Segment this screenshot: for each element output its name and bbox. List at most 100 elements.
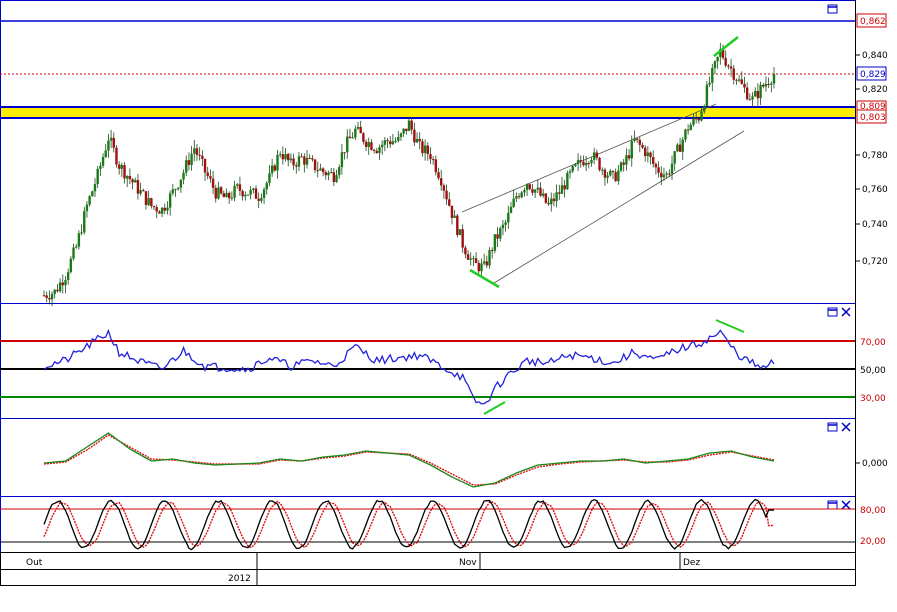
candle-body xyxy=(456,215,459,236)
candle-body xyxy=(85,204,89,212)
candle-body xyxy=(233,185,236,198)
candle-body xyxy=(482,261,486,264)
divergence-marker-rsi-bottom xyxy=(483,401,506,415)
candle-body xyxy=(383,140,387,145)
candle-body xyxy=(531,189,534,193)
price-panel-maximize-icon[interactable] xyxy=(827,4,838,14)
candle-body xyxy=(303,156,306,165)
candle-body xyxy=(268,173,271,184)
stoch-level-20-label: 20,00 xyxy=(860,537,886,547)
candle-body xyxy=(375,150,378,154)
candle-body xyxy=(568,171,572,173)
candle-body xyxy=(316,170,319,172)
candle-body xyxy=(305,157,309,165)
candle-body xyxy=(740,79,743,84)
candle-body xyxy=(386,140,389,142)
candle-body xyxy=(150,198,153,207)
candle-body xyxy=(770,83,773,85)
candle-body xyxy=(338,167,341,176)
candle-body xyxy=(160,207,164,214)
candle-body xyxy=(101,156,105,166)
candle-body xyxy=(131,179,134,183)
candle-body xyxy=(206,172,209,177)
candle-body xyxy=(278,154,282,156)
rsi-panel-maximize-icon[interactable] xyxy=(827,307,838,317)
candle-body xyxy=(262,189,266,198)
candle-body xyxy=(292,158,295,166)
candle-body xyxy=(681,139,684,152)
candle-body xyxy=(571,165,574,172)
candle-body xyxy=(641,144,644,148)
candle-body xyxy=(88,196,91,205)
rsi-panel-close-icon[interactable] xyxy=(841,307,851,317)
candle-body xyxy=(193,148,196,154)
candle-body xyxy=(638,139,642,145)
candle-body xyxy=(332,172,336,183)
stoch-panel-close-icon[interactable] xyxy=(841,500,851,510)
candle-body xyxy=(42,295,46,297)
candle-body xyxy=(472,258,475,260)
macd-panel-maximize-icon[interactable] xyxy=(827,422,838,432)
candle-body xyxy=(327,172,330,176)
candle-body xyxy=(582,161,585,166)
candle-body xyxy=(493,234,497,251)
candle-body xyxy=(716,56,719,62)
candle-body xyxy=(244,194,247,197)
candle-body xyxy=(144,191,148,205)
candle-body xyxy=(295,165,298,167)
candle-body xyxy=(64,279,67,286)
candle-body xyxy=(158,211,161,214)
x-month-out: Out xyxy=(26,558,43,568)
candle-body xyxy=(289,158,293,161)
candle-body xyxy=(311,158,314,160)
candle-body xyxy=(686,129,690,131)
candle-body xyxy=(450,205,454,218)
candle-body xyxy=(257,198,260,201)
candle-body xyxy=(380,144,384,148)
candle-body xyxy=(45,295,48,298)
candle-body xyxy=(410,120,413,130)
candle-body xyxy=(252,188,255,190)
candle-body xyxy=(501,224,505,229)
candle-body xyxy=(219,187,223,194)
candle-body xyxy=(407,120,411,131)
candle-body xyxy=(657,167,660,173)
candle-body xyxy=(324,172,328,176)
candle-body xyxy=(469,258,472,260)
candle-body xyxy=(517,196,521,198)
rsi-panel-frame xyxy=(0,303,856,419)
candle-body xyxy=(225,192,228,198)
candle-body xyxy=(107,140,110,151)
stoch-panel-maximize-icon[interactable] xyxy=(827,500,838,510)
candle-body xyxy=(759,84,762,99)
candle-body xyxy=(214,187,217,199)
rsi-level-50-label: 50,00 xyxy=(860,366,886,376)
candle-body xyxy=(405,128,408,131)
candle-body xyxy=(528,184,531,190)
candle-body xyxy=(724,57,727,66)
candle-body xyxy=(442,185,446,191)
candle-body xyxy=(555,192,558,202)
candle-body xyxy=(544,193,548,203)
candle-body xyxy=(488,250,491,266)
candle-body xyxy=(678,144,682,152)
candle-body xyxy=(179,179,183,188)
candle-body xyxy=(415,138,419,143)
price-tick-0760: 0,760 xyxy=(862,185,888,195)
candle-body xyxy=(461,229,464,248)
candle-body xyxy=(185,160,188,173)
candle-body xyxy=(533,189,537,193)
candle-body xyxy=(238,184,242,191)
price-tick-0720: 0,720 xyxy=(862,257,888,267)
candle-body xyxy=(209,176,212,179)
candle-body xyxy=(619,162,623,171)
candle-body xyxy=(552,198,556,202)
divergence-marker-price-bottom xyxy=(469,268,500,289)
macd-panel-close-icon[interactable] xyxy=(841,422,851,432)
candle-body xyxy=(499,228,502,239)
band-bottom-label: 0,803 xyxy=(860,113,886,123)
candle-body xyxy=(590,159,593,164)
candle-body xyxy=(458,229,462,236)
candle-body xyxy=(346,136,349,153)
candle-body xyxy=(622,162,625,165)
